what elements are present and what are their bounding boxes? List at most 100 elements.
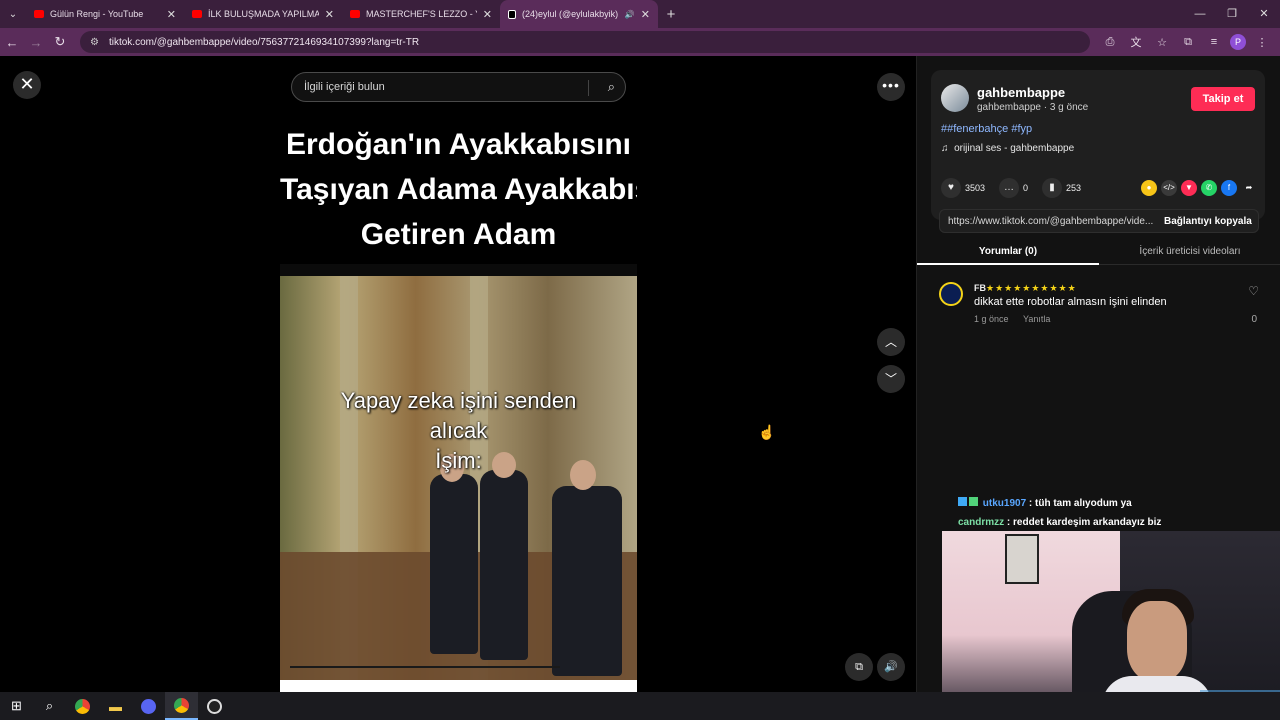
- back-icon[interactable]: ←: [0, 35, 24, 50]
- video-progress-bar[interactable]: [290, 666, 560, 668]
- close-tab-icon[interactable]: ✕: [325, 8, 334, 21]
- commenter-name[interactable]: FB★★★★★★★★★★: [974, 283, 1077, 294]
- new-tab-button[interactable]: +: [658, 6, 684, 23]
- video-link[interactable]: https://www.tiktok.com/@gahbembappe/vide…: [948, 216, 1158, 227]
- tab-3[interactable]: MASTERCHEF'S LEZZO - YouTube ✕: [342, 0, 500, 28]
- next-video-button[interactable]: ﹀: [877, 365, 905, 393]
- tab-comments[interactable]: Yorumlar (0): [917, 241, 1099, 265]
- chat-username: candrmzz: [958, 517, 1005, 528]
- close-tab-icon[interactable]: ✕: [167, 8, 176, 21]
- share-icons: ● </> ▼ ✆ f ➦: [1141, 180, 1257, 196]
- hashtags[interactable]: ##fenerbahçe #fyp: [941, 123, 1032, 135]
- translate-icon[interactable]: 文: [1126, 34, 1146, 50]
- folder-icon: ▬: [109, 698, 122, 714]
- media-control-icon[interactable]: ≡: [1204, 36, 1224, 48]
- address-bar[interactable]: ⚙ tiktok.com/@gahbembappe/video/75637721…: [80, 31, 1090, 53]
- streamer-face: [1127, 601, 1187, 681]
- volume-icon: 🔊: [884, 661, 898, 673]
- chat-badge-icon: [958, 497, 967, 506]
- headline-line-3: Getiren Adam: [360, 218, 557, 251]
- wall-picture-frame: [1005, 534, 1039, 584]
- video-player[interactable]: Erdoğan'ın Ayakkabısını Taşıyan Adama Ay…: [280, 114, 637, 692]
- comment-item: FB★★★★★★★★★★ dikkat ette robotlar alması…: [939, 282, 1259, 332]
- install-app-icon[interactable]: ⎙: [1100, 36, 1120, 49]
- commenter-avatar[interactable]: [939, 282, 963, 306]
- taskbar-search[interactable]: ⌕: [33, 692, 66, 720]
- chat-badge-icon: [969, 497, 978, 506]
- close-tab-icon[interactable]: ✕: [483, 8, 492, 21]
- window-controls: — ❐ ✕: [1184, 0, 1280, 28]
- profile-avatar[interactable]: P: [1230, 34, 1246, 50]
- previous-video-button[interactable]: ︿: [877, 328, 905, 356]
- coin-icon[interactable]: ●: [1141, 180, 1157, 196]
- embed-icon[interactable]: </>: [1161, 180, 1177, 196]
- reload-icon[interactable]: ↻: [48, 34, 72, 50]
- chat-text: : tüh tam alıyodum ya: [1028, 498, 1132, 509]
- related-search-input[interactable]: İlgili içeriği bulun ⌕: [291, 72, 626, 102]
- commenter-author: FB: [974, 283, 986, 293]
- overlay-line-1: Yapay zeka işini senden: [340, 388, 577, 413]
- share-arrow-icon[interactable]: ➦: [1241, 180, 1257, 196]
- panel-tabs: Yorumlar (0) İçerik üreticisi videoları: [917, 241, 1280, 265]
- minimize-icon[interactable]: —: [1184, 0, 1216, 28]
- sound-title: orijinal ses - gahbembappe: [954, 143, 1075, 154]
- taskbar-chrome[interactable]: [66, 692, 99, 720]
- follow-button[interactable]: Takip et: [1191, 87, 1255, 111]
- whatsapp-icon[interactable]: ✆: [1201, 180, 1217, 196]
- tab-title: Gülün Rengi - YouTube: [50, 9, 144, 19]
- commenter-stars: ★★★★★★★★★★: [986, 283, 1077, 293]
- creator-username[interactable]: gahbembappe: [977, 85, 1065, 100]
- bookmark-icon: ▮: [1042, 178, 1063, 198]
- tab-2[interactable]: İLK BULUŞMADA YAPILMAMASI ✕: [184, 0, 342, 28]
- more-options-button[interactable]: •••: [877, 73, 905, 101]
- bookmark-star-icon[interactable]: ☆: [1152, 36, 1172, 49]
- tab-search-button[interactable]: ⌄: [0, 0, 26, 28]
- save-stat[interactable]: ▮ 253: [1042, 178, 1081, 198]
- youtube-icon: [192, 10, 202, 18]
- tab-1[interactable]: Gülün Rengi - YouTube ✕: [26, 0, 184, 28]
- start-button[interactable]: ⊞: [0, 692, 33, 720]
- heart-icon: ♥: [941, 178, 961, 198]
- taskbar-discord[interactable]: [132, 692, 165, 720]
- search-icon[interactable]: ⌕: [608, 79, 615, 95]
- facebook-icon[interactable]: f: [1221, 180, 1237, 196]
- close-window-icon[interactable]: ✕: [1248, 0, 1280, 28]
- video-bottom-edge: [280, 680, 637, 692]
- like-stat[interactable]: ♥ 3503: [941, 178, 985, 198]
- close-icon: ✕: [19, 74, 35, 94]
- tab-4-active[interactable]: (24)eylul (@eylulakbyik) | T 🔊 ✕: [500, 0, 658, 28]
- comment-icon: …: [999, 178, 1020, 198]
- chrome-icon: [174, 697, 189, 713]
- video-caption-overlay: Yapay zeka işini senden alıcak İşim:: [280, 386, 637, 476]
- creator-card: gahbembappe gahbembappe · 3 g önce Takip…: [931, 70, 1265, 220]
- comment-like-icon[interactable]: ♡: [1248, 284, 1259, 298]
- stream-chat-overlay: utku1907 : tüh tam alıyodum ya candrmzz …: [958, 494, 1198, 532]
- taskbar-chrome-active[interactable]: [165, 692, 198, 720]
- extensions-icon[interactable]: ⧉: [1178, 36, 1198, 49]
- close-viewer-button[interactable]: ✕: [13, 71, 41, 99]
- taskbar-file-explorer[interactable]: ▬: [99, 692, 132, 720]
- creator-avatar[interactable]: [941, 84, 969, 112]
- floating-player-button[interactable]: ⧉: [845, 653, 873, 681]
- speaker-icon[interactable]: 🔊: [625, 10, 635, 19]
- comment-stat[interactable]: … 0: [999, 178, 1028, 198]
- site-info-icon[interactable]: ⚙: [90, 37, 99, 48]
- forward-icon[interactable]: →: [24, 35, 48, 50]
- volume-button[interactable]: 🔊: [877, 653, 905, 681]
- like-count: 3503: [965, 183, 986, 193]
- hand-cursor-icon: ☝: [758, 424, 776, 440]
- video-headline: Erdoğan'ın Ayakkabısını Taşıyan Adama Ay…: [280, 122, 637, 257]
- send-icon[interactable]: ▼: [1181, 180, 1197, 196]
- creator-meta: gahbembappe · 3 g önce: [977, 102, 1089, 113]
- sound-link[interactable]: ♫ orijinal ses - gahbembappe: [941, 143, 1074, 154]
- taskbar-obs[interactable]: [198, 692, 231, 720]
- reply-link[interactable]: Yanıtla: [1023, 314, 1050, 324]
- url-text: tiktok.com/@gahbembappe/video/7563772146…: [108, 36, 420, 48]
- copy-link-button[interactable]: Bağlantıyı kopyala: [1164, 216, 1252, 227]
- obs-icon: [207, 698, 222, 714]
- browser-tab-strip: ⌄ Gülün Rengi - YouTube ✕ İLK BULUŞMADA …: [0, 0, 1280, 28]
- menu-kebab-icon[interactable]: ⋮: [1252, 36, 1272, 49]
- restore-icon[interactable]: ❐: [1216, 0, 1248, 28]
- close-tab-icon[interactable]: ✕: [641, 8, 650, 21]
- tab-creator-videos[interactable]: İçerik üreticisi videoları: [1099, 241, 1280, 265]
